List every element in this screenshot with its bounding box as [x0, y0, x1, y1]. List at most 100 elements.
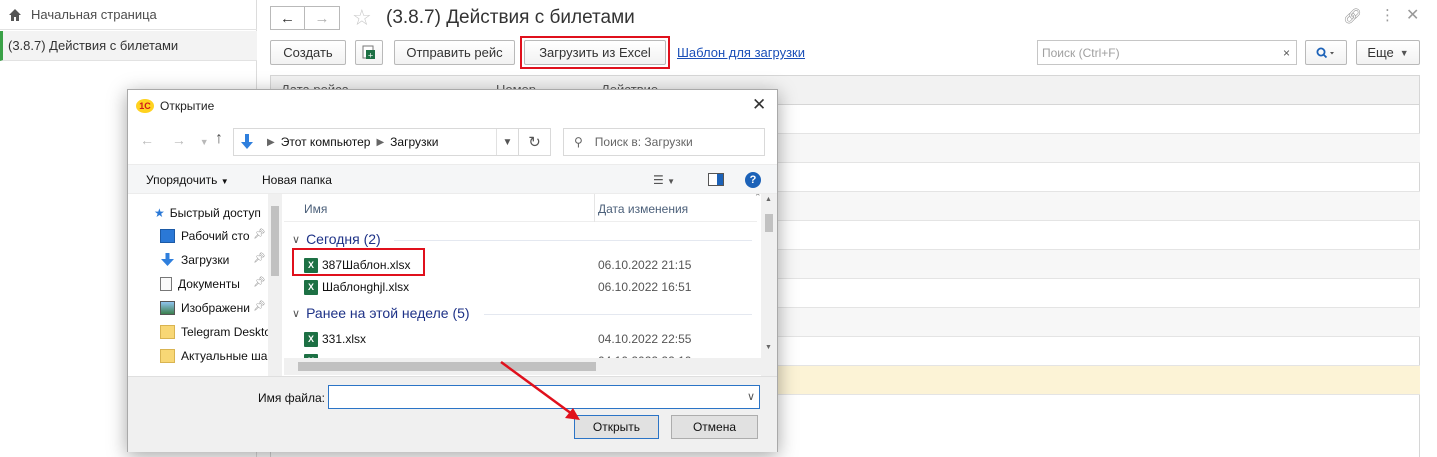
tree-item-downloads[interactable]: Загрузки	[160, 251, 229, 269]
highlight-box-selected-file	[292, 248, 425, 276]
template-download-link[interactable]: Шаблон для загрузки	[677, 45, 805, 60]
new-folder-button[interactable]: Новая папка	[262, 173, 332, 187]
1c-logo-icon: 1С	[136, 99, 154, 113]
folder-icon	[160, 349, 175, 363]
clear-search-icon[interactable]: ×	[1277, 40, 1297, 65]
scroll-up-icon[interactable]: ▲	[765, 196, 772, 203]
file-list-horizontal-scrollbar[interactable]	[284, 358, 761, 375]
back-arrow-icon[interactable]: ←	[140, 132, 154, 148]
folder-icon	[160, 325, 175, 339]
star-icon: ★	[154, 206, 165, 220]
breadcrumb-separator-icon: ▶	[376, 136, 385, 148]
organize-label: Упорядочить	[146, 173, 218, 187]
send-flight-button[interactable]: Отправить рейс	[394, 40, 515, 65]
tree-label: Изображени	[181, 301, 250, 315]
tree-label: Документы	[178, 277, 240, 291]
dialog-title: Открытие	[160, 99, 215, 113]
file-date: 06.10.2022 21:15	[598, 258, 692, 272]
help-icon[interactable]: ?	[745, 172, 761, 188]
refresh-button[interactable]: ↻	[519, 128, 551, 156]
group-label: Ранее на этой неделе (5)	[306, 305, 470, 321]
group-divider	[394, 240, 752, 241]
breadcrumb-downloads[interactable]: Загрузки	[390, 135, 438, 149]
highlight-box-load-excel	[520, 36, 670, 69]
tree-label: Telegram Deskto	[181, 325, 272, 339]
breadcrumb-this-pc[interactable]: Этот компьютер	[281, 135, 371, 149]
open-button[interactable]: Открыть	[574, 415, 659, 439]
group-header-earlier-this-week[interactable]: ∨ Ранее на этой неделе (5)	[292, 305, 470, 321]
chevron-down-icon: ▼	[1399, 47, 1409, 58]
create-button[interactable]: Создать	[270, 40, 346, 65]
tree-item-pictures[interactable]: Изображени	[160, 299, 250, 317]
more-menu-button[interactable]: Еще ▼	[1356, 40, 1420, 65]
nav-item-ticket-actions[interactable]: (3.8.7) Действия с билетами	[0, 31, 257, 61]
nav-item-home[interactable]: Начальная страница	[0, 0, 257, 30]
organize-button[interactable]: Упорядочить ▼	[146, 173, 229, 187]
horizontal-scroll-thumb[interactable]	[298, 362, 596, 371]
excel-file-icon: X	[304, 279, 318, 295]
up-arrow-icon[interactable]: ↑	[215, 130, 223, 148]
more-label: Еще	[1367, 45, 1394, 60]
recent-chevron-icon[interactable]: ▼	[200, 137, 209, 147]
address-dropdown-icon[interactable]: ▼	[496, 129, 518, 155]
refresh-icon: ↻	[528, 134, 541, 151]
file-list: Имя Дата изменения ⌃ ∨ Сегодня (2) X 387…	[284, 194, 777, 376]
favorite-star-icon[interactable]: ☆	[352, 5, 372, 31]
link-icon[interactable]: 🔗︎	[1343, 7, 1362, 25]
address-bar[interactable]: ▶ Этот компьютер ▶ Загрузки ▼	[233, 128, 519, 156]
pin-icon[interactable]: 📌︎	[253, 253, 266, 264]
file-date: 04.10.2022 22:55	[598, 332, 692, 346]
chevron-down-icon: ∨	[292, 233, 301, 246]
dialog-command-bar: Упорядочить ▼ Новая папка ☰ ▼ ?	[128, 164, 777, 194]
svg-text:+: +	[368, 52, 374, 60]
column-date[interactable]: Дата изменения	[598, 202, 688, 216]
dialog-search-input[interactable]: ⚲ Поиск в: Загрузки	[563, 128, 765, 156]
pin-icon[interactable]: 📌︎	[253, 277, 266, 288]
cancel-button[interactable]: Отмена	[671, 415, 758, 439]
dialog-footer: Имя файла: ∨ Открыть Отмена	[128, 376, 777, 452]
document-icon	[160, 277, 172, 291]
tree-item-actual[interactable]: Актуальные ша	[160, 347, 267, 365]
dialog-close-icon[interactable]: ✕	[752, 95, 766, 115]
search-button[interactable]	[1305, 40, 1347, 65]
back-button[interactable]: ←	[270, 6, 305, 30]
scroll-down-icon[interactable]: ▼	[765, 344, 772, 351]
tree-scroll-thumb[interactable]	[271, 206, 279, 276]
breadcrumb-separator-icon: ▶	[267, 136, 275, 148]
file-row-331[interactable]: X 331.xlsx	[304, 330, 366, 348]
column-name[interactable]: Имя	[304, 202, 327, 216]
more-vertical-icon[interactable]: ⋮	[1380, 6, 1395, 24]
tree-item-desktop[interactable]: Рабочий сто	[160, 227, 250, 245]
tree-item-telegram[interactable]: Telegram Deskto	[160, 323, 271, 341]
pin-icon[interactable]: 📌︎	[253, 229, 266, 240]
tree-item-documents[interactable]: Документы	[160, 275, 240, 293]
downloads-icon	[161, 253, 174, 266]
group-header-today[interactable]: ∨ Сегодня (2)	[292, 231, 381, 247]
group-label: Сегодня (2)	[306, 231, 381, 247]
pin-icon[interactable]: 📌︎	[253, 301, 266, 312]
close-icon[interactable]: ✕	[1406, 5, 1419, 25]
tree-item-quick-access[interactable]: ★ Быстрый доступ	[154, 204, 261, 222]
nav-home-label: Начальная страница	[31, 7, 157, 22]
downloads-folder-icon	[241, 134, 253, 149]
pictures-icon	[160, 301, 175, 315]
file-row-template-ghjl[interactable]: X Шаблонghjl.xlsx	[304, 278, 409, 296]
chevron-down-icon[interactable]: ∨	[747, 390, 755, 403]
preview-pane-icon[interactable]	[708, 173, 724, 186]
filename-input[interactable]: ∨	[328, 385, 760, 409]
magnifier-dropdown-icon	[1316, 47, 1334, 58]
view-options-icon[interactable]: ☰ ▼	[653, 173, 675, 187]
tree-scrollbar[interactable]	[268, 194, 282, 376]
tree-label: Актуальные ша	[181, 349, 268, 363]
copy-excel-button[interactable]: +	[355, 40, 383, 65]
vertical-scroll-thumb[interactable]	[765, 214, 773, 232]
forward-arrow-icon[interactable]: →	[172, 132, 186, 148]
desktop-icon	[160, 229, 175, 243]
chevron-down-icon: ∨	[292, 307, 301, 320]
arrow-right-icon: →	[314, 9, 330, 27]
forward-button[interactable]: →	[305, 6, 340, 30]
search-icon: ⚲	[574, 135, 583, 149]
file-list-vertical-scrollbar[interactable]: ▲ ▼	[761, 194, 777, 376]
page-title: (3.8.7) Действия с билетами	[386, 7, 635, 28]
search-input[interactable]: Поиск (Ctrl+F)	[1037, 40, 1296, 65]
